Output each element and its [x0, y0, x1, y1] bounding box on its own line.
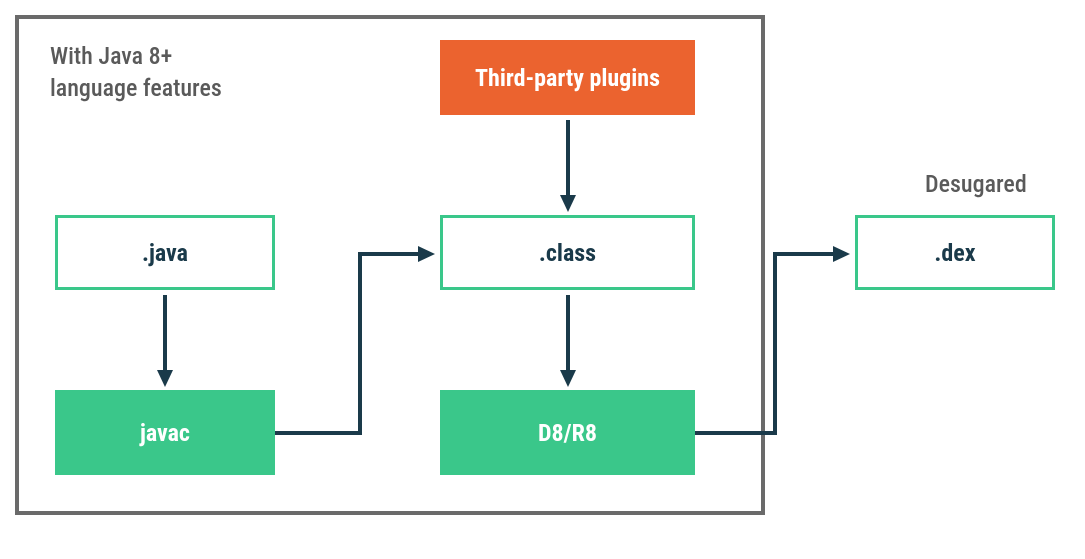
arrow-class-to-d8r8	[563, 295, 583, 390]
d8r8-box: D8/R8	[440, 390, 695, 475]
desugared-label: Desugared	[925, 170, 1027, 198]
class-box: .class	[440, 215, 695, 290]
header-line1: With Java 8+	[50, 42, 172, 70]
dex-box: .dex	[855, 215, 1055, 290]
arrow-java-to-javac	[160, 295, 180, 390]
header-line2: language features	[50, 74, 222, 102]
java-box: .java	[55, 215, 275, 290]
java-label: .java	[142, 239, 188, 267]
arrow-javac-to-class	[275, 250, 445, 440]
arrow-d8r8-to-dex	[695, 250, 865, 440]
javac-label: javac	[140, 419, 190, 447]
class-label: .class	[539, 239, 596, 267]
arrow-plugins-to-class	[563, 120, 583, 215]
d8r8-label: D8/R8	[538, 419, 597, 447]
javac-box: javac	[55, 390, 275, 475]
header-label: With Java 8+ language features	[50, 40, 222, 105]
plugins-label: Third-party plugins	[475, 64, 660, 92]
plugins-box: Third-party plugins	[440, 40, 695, 115]
dex-label: .dex	[934, 239, 975, 267]
